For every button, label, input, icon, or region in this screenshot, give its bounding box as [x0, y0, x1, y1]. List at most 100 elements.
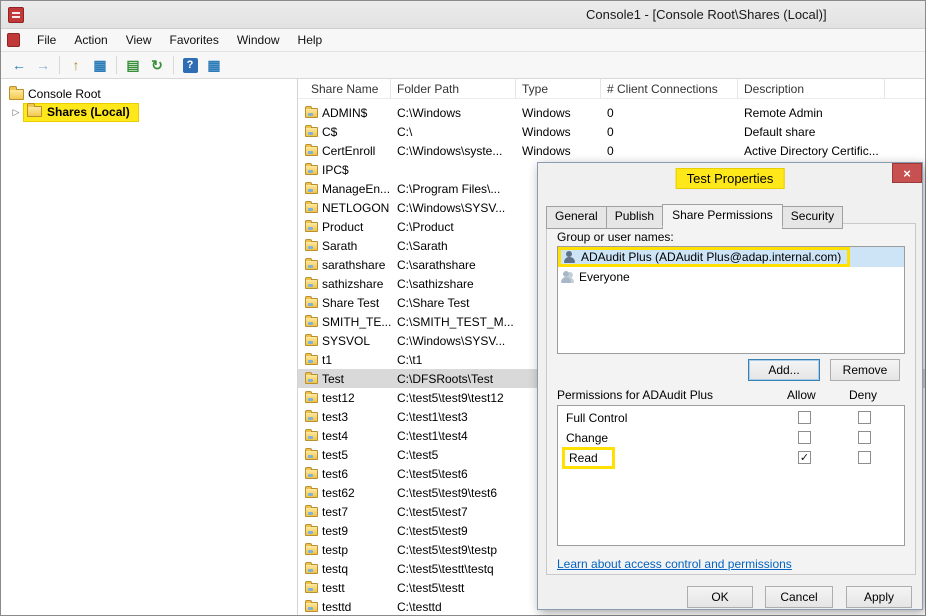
- share-name-cell: test5: [298, 448, 391, 462]
- table-header: Share NameFolder PathType# Client Connec…: [298, 79, 925, 99]
- allow-checkbox[interactable]: [798, 431, 811, 444]
- folder-path: C:\test5: [391, 448, 516, 462]
- shared-folder-icon: [305, 298, 318, 308]
- shared-folder-icon: [305, 279, 318, 289]
- up-one-level-icon: ↑: [73, 58, 80, 72]
- tab-share-permissions[interactable]: Share Permissions: [662, 204, 783, 227]
- refresh-icon: ↻: [151, 58, 163, 72]
- share-name-cell: t1: [298, 353, 391, 367]
- column-header-type[interactable]: Type: [516, 79, 601, 98]
- share-name: NETLOGON: [322, 201, 389, 215]
- share-name: test9: [322, 524, 348, 538]
- allow-checkbox[interactable]: [798, 411, 811, 424]
- menu-item-favorites[interactable]: Favorites: [161, 31, 228, 49]
- share-permissions-page: Group or user names: ADAudit Plus (ADAud…: [546, 223, 916, 575]
- share-name: testq: [322, 562, 348, 576]
- share-name: t1: [322, 353, 332, 367]
- share-name-cell: NETLOGON: [298, 201, 391, 215]
- share-name-cell: sathizshare: [298, 277, 391, 291]
- expand-arrow-icon[interactable]: ▷: [9, 107, 23, 118]
- window-title: Console1 - [Console Root\Shares (Local)]: [586, 7, 827, 22]
- permissions-list: Full ControlChangeRead✓: [557, 405, 905, 546]
- tree-item-shares-local[interactable]: ▷ Shares (Local): [1, 103, 297, 121]
- menu-item-action[interactable]: Action: [65, 31, 116, 49]
- user-entry: ADAudit Plus (ADAudit Plus@adap.internal…: [558, 247, 850, 267]
- show-hide-action-pane-button[interactable]: ▦: [202, 54, 226, 76]
- console-file-icon: [7, 33, 20, 47]
- refresh-button[interactable]: ↻: [145, 54, 169, 76]
- ok-button[interactable]: OK: [687, 586, 753, 608]
- help-button[interactable]: ?: [178, 54, 202, 76]
- user-name: ADAudit Plus (ADAudit Plus@adap.internal…: [581, 250, 841, 264]
- folder-path: C:\: [391, 125, 516, 139]
- toolbar-separator: [173, 56, 174, 74]
- client-connections: 0: [601, 125, 738, 139]
- remove-button[interactable]: Remove: [830, 359, 900, 381]
- title-bar[interactable]: Console1 - [Console Root\Shares (Local)]: [1, 1, 925, 29]
- deny-checkbox[interactable]: [858, 411, 871, 424]
- share-name-cell: testq: [298, 562, 391, 576]
- mmc-window: Console1 - [Console Root\Shares (Local)]…: [0, 0, 926, 616]
- table-row[interactable]: C$C:\Windows0Default share: [298, 122, 925, 141]
- up-one-level-button[interactable]: ↑: [64, 54, 88, 76]
- share-name-cell: test12: [298, 391, 391, 405]
- deny-checkbox[interactable]: [858, 451, 871, 464]
- shared-folder-icon: [305, 165, 318, 175]
- share-name-cell: test9: [298, 524, 391, 538]
- share-name: test62: [322, 486, 355, 500]
- share-name-cell: Share Test: [298, 296, 391, 310]
- shared-folder-icon: [305, 374, 318, 384]
- column-header-folder-path[interactable]: Folder Path: [391, 79, 516, 98]
- apply-button[interactable]: Apply: [846, 586, 912, 608]
- shared-folder-icon: [305, 602, 318, 612]
- description: Remote Admin: [738, 106, 925, 120]
- menu-bar: FileActionViewFavoritesWindowHelp: [1, 29, 925, 52]
- dialog-title-bar[interactable]: Test Properties ×: [538, 163, 922, 203]
- user-entry: Everyone: [558, 269, 636, 285]
- group-user-list[interactable]: ADAudit Plus (ADAudit Plus@adap.internal…: [557, 246, 905, 354]
- menu-item-help[interactable]: Help: [289, 31, 332, 49]
- shared-folder-icon: [305, 146, 318, 156]
- column-header-share-name[interactable]: Share Name: [298, 79, 391, 98]
- tab-publish[interactable]: Publish: [606, 206, 663, 229]
- allow-checkbox[interactable]: ✓: [798, 451, 811, 464]
- share-name: Sarath: [322, 239, 357, 253]
- tab-security[interactable]: Security: [782, 206, 843, 229]
- tree-item-console-root[interactable]: Console Root: [1, 85, 297, 103]
- table-row[interactable]: ADMIN$C:\WindowsWindows0Remote Admin: [298, 103, 925, 122]
- share-name: test12: [322, 391, 355, 405]
- shared-folder-icon: [305, 450, 318, 460]
- tab-general[interactable]: General: [546, 206, 607, 229]
- user-list-item[interactable]: ADAudit Plus (ADAudit Plus@adap.internal…: [558, 247, 904, 267]
- show-hide-console-tree-button[interactable]: ▦: [88, 54, 112, 76]
- show-hide-action-pane-icon: ▦: [207, 58, 220, 72]
- share-name-cell: Product: [298, 220, 391, 234]
- tree-shares-label: Shares (Local): [47, 105, 130, 119]
- forward-button[interactable]: →: [31, 54, 55, 76]
- export-list-button[interactable]: ▤: [121, 54, 145, 76]
- user-list-item[interactable]: Everyone: [558, 267, 904, 287]
- dialog-close-button[interactable]: ×: [892, 163, 922, 183]
- client-connections: 0: [601, 144, 738, 158]
- permission-name: Full Control: [566, 411, 627, 425]
- cancel-button[interactable]: Cancel: [765, 586, 833, 608]
- column-header-description[interactable]: Description: [738, 79, 885, 98]
- add-button[interactable]: Add...: [748, 359, 820, 381]
- share-name: test5: [322, 448, 348, 462]
- back-button[interactable]: ←: [7, 54, 31, 76]
- shared-folder-icon: [305, 583, 318, 593]
- table-row[interactable]: CertEnrollC:\Windows\syste...Windows0Act…: [298, 141, 925, 160]
- menu-item-view[interactable]: View: [117, 31, 161, 49]
- deny-column-label: Deny: [849, 388, 877, 402]
- folder-path: C:\sathizshare: [391, 277, 516, 291]
- learn-about-permissions-link[interactable]: Learn about access control and permissio…: [557, 557, 792, 571]
- menu-item-window[interactable]: Window: [228, 31, 289, 49]
- folder-path: C:\Share Test: [391, 296, 516, 310]
- deny-checkbox[interactable]: [858, 431, 871, 444]
- shares-local-highlight: Shares (Local): [23, 103, 139, 122]
- column-header-client-connections[interactable]: # Client Connections: [601, 79, 738, 98]
- share-name: CertEnroll: [322, 144, 375, 158]
- menu-item-file[interactable]: File: [28, 31, 65, 49]
- share-name-cell: testt: [298, 581, 391, 595]
- share-name: IPC$: [322, 163, 349, 177]
